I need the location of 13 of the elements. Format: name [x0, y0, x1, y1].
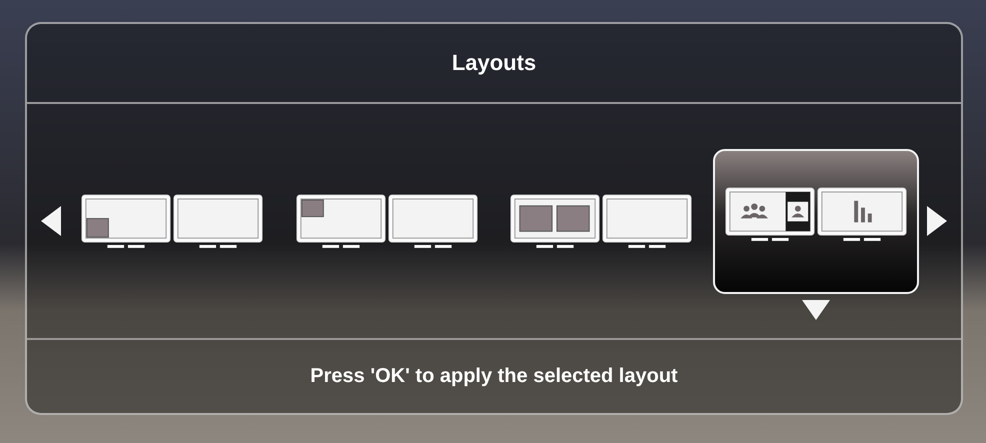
down-arrow-icon [802, 300, 830, 320]
monitor-icon [510, 194, 600, 248]
monitor-icon [81, 194, 171, 248]
monitor-icon [388, 194, 478, 248]
left-arrow-icon[interactable] [41, 206, 61, 236]
monitor-icon [296, 194, 386, 248]
monitor-icon [602, 194, 692, 248]
hint-text: Press 'OK' to apply the selected layout [310, 365, 678, 388]
monitor-icon [173, 194, 263, 248]
monitor-icon [816, 186, 907, 242]
right-arrow-icon[interactable] [927, 206, 947, 236]
monitor-icon [724, 186, 815, 242]
dialog-title: Layouts [452, 50, 536, 76]
